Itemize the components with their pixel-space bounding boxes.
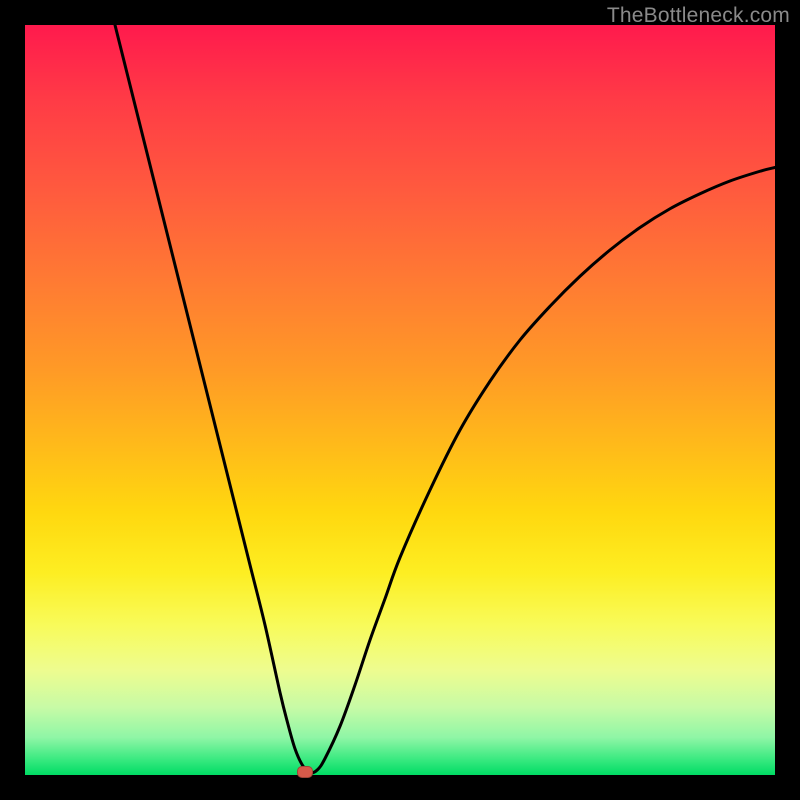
min-marker [297, 766, 313, 778]
chart-frame: TheBottleneck.com [0, 0, 800, 800]
curve-svg [25, 25, 775, 775]
plot-area [25, 25, 775, 775]
curve-path [115, 25, 775, 773]
